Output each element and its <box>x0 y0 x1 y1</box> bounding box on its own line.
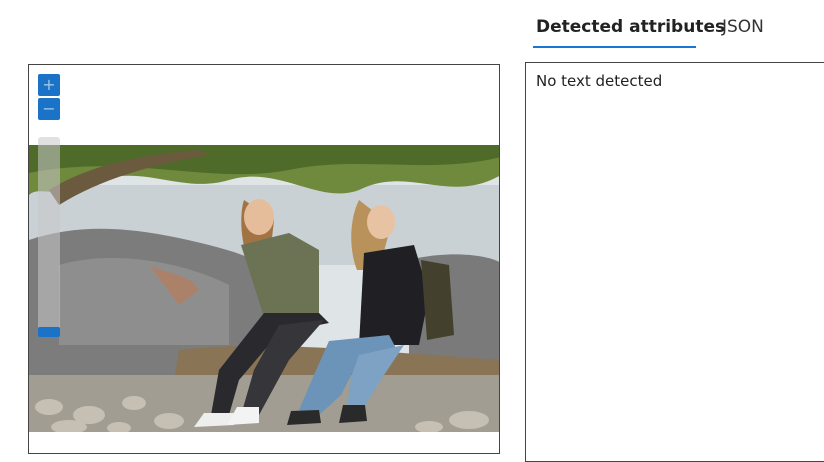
zoom-slider[interactable] <box>38 137 60 337</box>
detected-attributes-panel: No text detected <box>525 62 824 462</box>
tab-detected-attributes[interactable]: Detected attributes <box>536 17 725 49</box>
analyzed-photo <box>29 145 499 432</box>
result-message: No text detected <box>536 72 663 90</box>
tab-json[interactable]: JSON <box>722 17 764 49</box>
zoom-in-button[interactable]: + <box>38 74 60 96</box>
zoom-out-button[interactable]: − <box>38 98 60 120</box>
zoom-slider-thumb[interactable] <box>38 327 60 337</box>
active-tab-indicator <box>533 46 696 48</box>
image-viewer[interactable]: + − <box>28 64 500 454</box>
